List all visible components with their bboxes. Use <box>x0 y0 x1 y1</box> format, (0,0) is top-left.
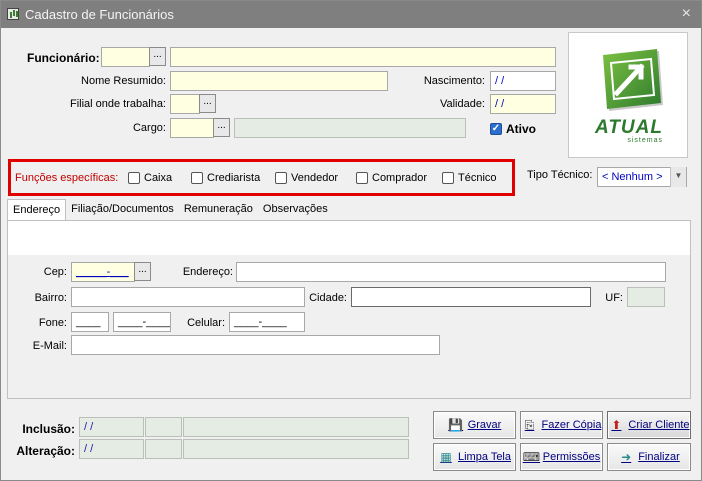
app-chart-icon <box>7 8 19 20</box>
checkbox-box <box>356 172 368 184</box>
filial-lookup-button[interactable]: ... <box>199 94 216 113</box>
tab-remuneracao[interactable]: Remuneração <box>179 199 258 221</box>
chevron-down-icon[interactable]: ▼ <box>670 167 686 187</box>
funcionario-code-input[interactable] <box>101 47 150 67</box>
nome-resumido-input[interactable] <box>170 71 388 91</box>
caixa-label: Caixa <box>144 172 173 184</box>
endereco-label: Endereço: <box>182 266 233 278</box>
vendedor-label: Vendedor <box>291 172 339 184</box>
logo-sub-text: sistemas <box>627 137 663 144</box>
ativo-label: Ativo <box>506 122 536 136</box>
criar-cliente-button[interactable]: ⬆ Criar Cliente <box>607 411 691 439</box>
email-label: E-Mail: <box>32 340 67 352</box>
tecnico-checkbox[interactable]: Técnico <box>442 172 497 184</box>
company-logo: ATUAL sistemas <box>568 32 688 158</box>
tab-observacoes[interactable]: Observações <box>258 199 333 221</box>
fone-label: Fone: <box>38 317 67 329</box>
close-icon[interactable]: × <box>682 5 691 23</box>
finalizar-label: Finalizar <box>638 451 680 463</box>
bairro-input[interactable] <box>71 287 305 307</box>
ativo-checkbox[interactable]: ✓ Ativo <box>490 122 536 136</box>
cep-input[interactable]: _____-___ <box>71 262 135 282</box>
endereco-tab-panel <box>7 220 691 399</box>
funcionario-lookup-button[interactable]: ... <box>149 47 166 66</box>
uf-field <box>627 287 665 307</box>
inclusao-time-field <box>145 417 182 437</box>
inclusao-user-field <box>183 417 409 437</box>
clear-screen-icon: ▦ <box>440 450 452 464</box>
comprador-checkbox[interactable]: Comprador <box>356 172 427 184</box>
alteracao-label: Alteração: <box>16 444 75 458</box>
gravar-label: Gravar <box>467 419 502 431</box>
checkbox-box <box>442 172 454 184</box>
cidade-input[interactable] <box>351 287 591 307</box>
title-bar: Cadastro de Funcionários × <box>1 1 701 28</box>
filial-label: Filial onde trabalha: <box>69 98 166 110</box>
alteracao-user-field <box>183 439 409 459</box>
cargo-description-field <box>234 118 466 138</box>
celular-label: Celular: <box>187 317 225 329</box>
checkbox-box <box>191 172 203 184</box>
finalizar-button[interactable]: ➜ Finalizar <box>607 443 691 471</box>
endereco-input[interactable] <box>236 262 666 282</box>
inclusao-date-field: / / <box>79 417 144 437</box>
cargo-label: Cargo: <box>132 122 166 134</box>
uf-label: UF: <box>605 292 623 304</box>
nascimento-label: Nascimento: <box>423 75 485 87</box>
criar-cliente-label: Criar Cliente <box>628 419 690 431</box>
crediarista-checkbox[interactable]: Crediarista <box>191 172 260 184</box>
cargo-input[interactable] <box>170 118 214 138</box>
checkbox-box <box>128 172 140 184</box>
filial-input[interactable] <box>170 94 200 114</box>
celular-input[interactable]: ____-____ <box>229 312 305 332</box>
vendedor-checkbox[interactable]: Vendedor <box>275 172 338 184</box>
funcionario-name-input[interactable] <box>170 47 556 67</box>
checkbox-box <box>275 172 287 184</box>
tipo-tecnico-label: Tipo Técnico: <box>527 169 593 181</box>
alteracao-time-field <box>145 439 182 459</box>
nome-resumido-label: Nome Resumido: <box>81 75 166 87</box>
email-input[interactable] <box>71 335 440 355</box>
permissoes-button[interactable]: ⌨ Permissões <box>520 443 603 471</box>
exit-door-icon: ➜ <box>621 450 632 464</box>
alteracao-date-field: / / <box>79 439 144 459</box>
fazer-copia-label: Fazer Cópia <box>541 419 602 431</box>
cidade-label: Cidade: <box>309 292 347 304</box>
bairro-label: Bairro: <box>34 292 67 304</box>
limpa-tela-button[interactable]: ▦ Limpa Tela <box>433 443 516 471</box>
floppy-disk-icon: 💾 <box>448 418 464 432</box>
validade-label: Validade: <box>439 98 485 110</box>
limpa-tela-label: Limpa Tela <box>458 451 511 463</box>
tipo-tecnico-value: < Nenhum > <box>602 171 663 183</box>
nascimento-input[interactable]: / / <box>490 71 556 91</box>
cep-lookup-button[interactable]: ... <box>134 262 151 281</box>
cep-label: Cep: <box>43 266 67 278</box>
fone-number-input[interactable]: ____-____ <box>113 312 171 332</box>
add-client-icon: ⬆ <box>611 418 622 432</box>
funcoes-label: Funções específicas: <box>15 172 119 184</box>
fazer-copia-button[interactable]: ⎘ Fazer Cópia <box>520 411 603 439</box>
crediarista-label: Crediarista <box>207 172 261 184</box>
gravar-button[interactable]: 💾 Gravar <box>433 411 516 439</box>
cargo-lookup-button[interactable]: ... <box>213 118 230 137</box>
permissoes-label: Permissões <box>542 451 601 463</box>
tab-panel-header <box>8 221 690 255</box>
tab-endereco[interactable]: Endereço <box>7 199 67 221</box>
comprador-label: Comprador <box>372 172 428 184</box>
main-window: Cadastro de Funcionários × Funcionário: … <box>0 0 702 481</box>
inclusao-label: Inclusão: <box>22 422 75 436</box>
copy-document-icon: ⎘ <box>524 418 535 432</box>
caixa-checkbox[interactable]: Caixa <box>128 172 172 184</box>
tecnico-label: Técnico <box>458 172 497 184</box>
fone-ddd-input[interactable]: ____ <box>71 312 109 332</box>
validade-input[interactable]: / / <box>490 94 556 114</box>
funcionario-label: Funcionário: <box>27 51 100 65</box>
check-icon: ✓ <box>490 123 502 135</box>
tab-filiacao-documentos[interactable]: Filiação/Documentos <box>66 199 179 221</box>
window-title: Cadastro de Funcionários <box>25 7 174 22</box>
permissions-keyboard-icon: ⌨ <box>522 450 541 464</box>
logo-brand-text: ATUAL <box>595 117 663 138</box>
tab-bar: Endereço Filiação/Documentos Remuneração… <box>7 199 333 221</box>
